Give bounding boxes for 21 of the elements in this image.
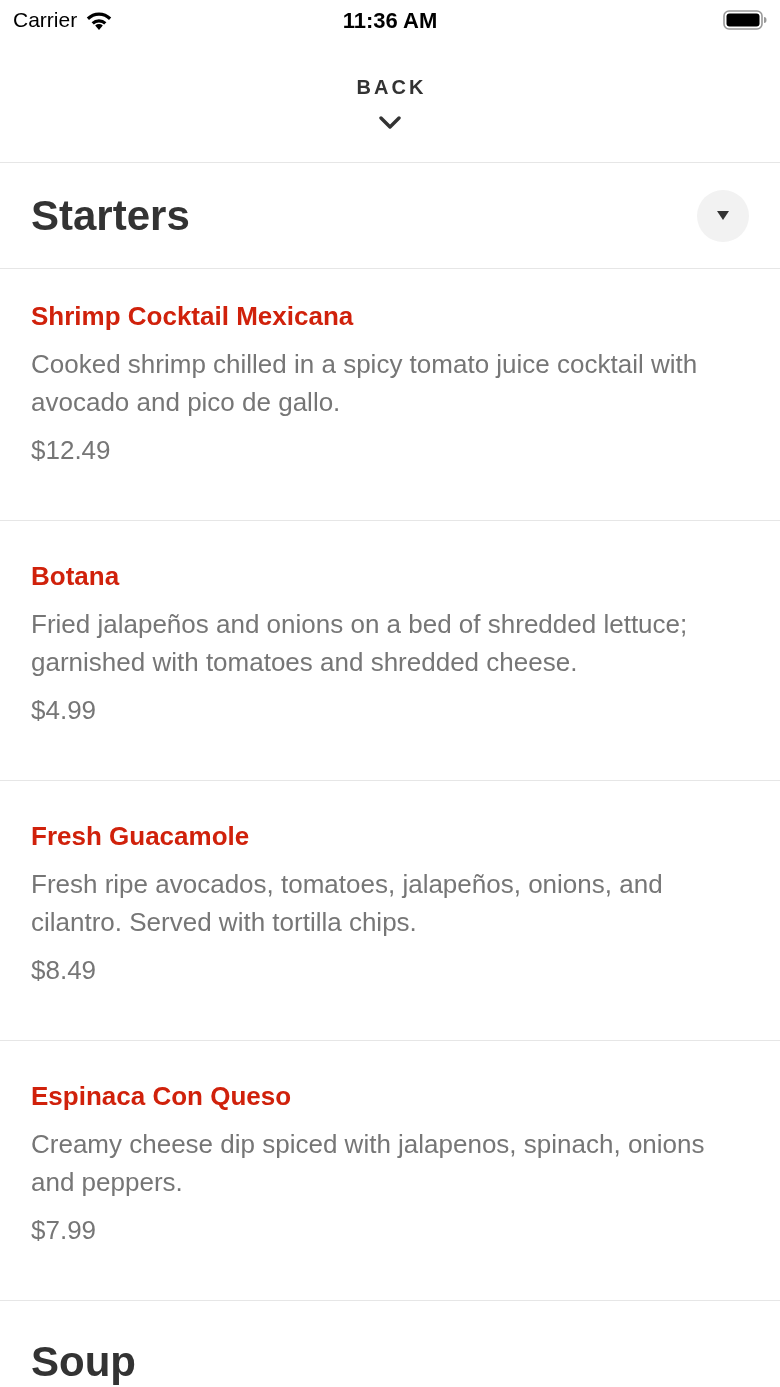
dish-price: $4.99 xyxy=(31,694,98,727)
dish-name: Botana xyxy=(31,560,121,593)
dish-name: Espinaca Con Queso xyxy=(31,1080,293,1113)
dish-name: Shrimp Cocktail Mexicana xyxy=(31,300,355,333)
dish-description: Fried jalapeños and onions on a bed of shredded lettuce; garnished with tomatoes and shredded cheese. xyxy=(31,608,689,679)
section-title: Starters xyxy=(31,194,190,237)
dish-price: $8.49 xyxy=(31,954,98,987)
dish-price: $7.99 xyxy=(31,1214,98,1247)
dish-description: Cooked shrimp chilled in a spicy tomato juice cocktail with avocado and pico de gallo. xyxy=(31,348,699,419)
battery-icon xyxy=(723,10,767,30)
dish-name: Fresh Guacamole xyxy=(31,820,251,853)
dish-description: Fresh ripe avocados, tomatoes, jalapeños, onions, and cilantro. Served with tortilla chips. xyxy=(31,868,664,939)
dish-price: $12.49 xyxy=(31,434,112,467)
carrier-label: Carrier xyxy=(13,7,78,34)
back-button[interactable]: BACK xyxy=(353,77,427,129)
section-title: Soup xyxy=(31,1338,136,1386)
wifi-icon xyxy=(86,10,113,30)
chevron-down-icon xyxy=(379,116,401,129)
caret-icon xyxy=(717,211,729,220)
dish-description: Creamy cheese dip spiced with jalapenos, spinach, onions and peppers. xyxy=(31,1128,706,1199)
status-time: 11:36 AM xyxy=(342,6,438,35)
